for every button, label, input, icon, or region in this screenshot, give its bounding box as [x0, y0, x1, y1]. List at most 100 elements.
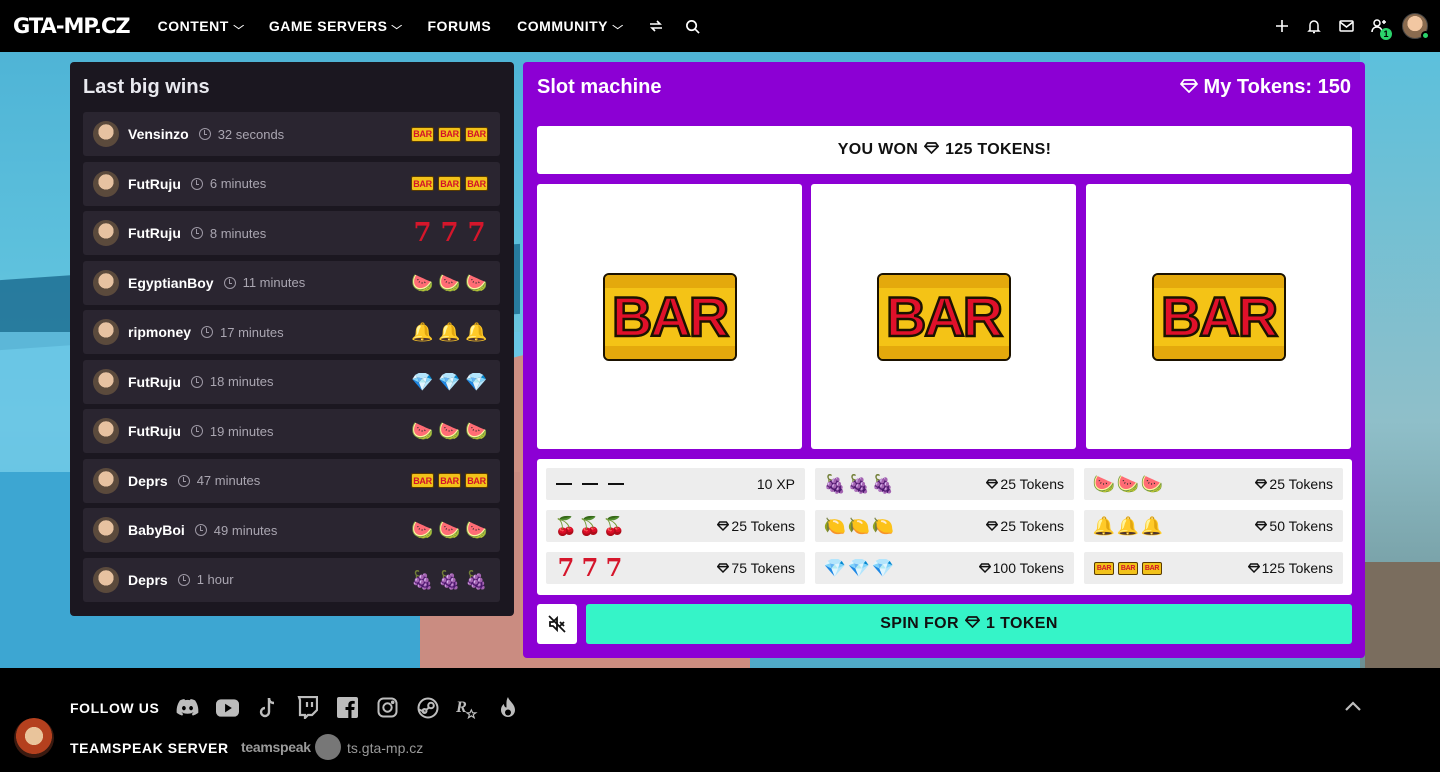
bar-symbol-icon: BAR: [438, 126, 461, 142]
clock-icon: [177, 573, 190, 586]
user-avatar[interactable]: [93, 319, 119, 345]
mail-icon[interactable]: [1338, 18, 1354, 34]
win-username[interactable]: FutRuju: [128, 423, 181, 439]
mute-sound-button[interactable]: [537, 604, 577, 644]
facebook-icon[interactable]: [336, 696, 359, 719]
diamond-icon: 💎: [411, 371, 434, 392]
user-avatar[interactable]: [1402, 13, 1430, 40]
win-symbols: BAR BAR BAR: [411, 459, 488, 503]
instagram-icon[interactable]: [376, 696, 399, 719]
bell-icon[interactable]: [1306, 18, 1322, 34]
watermelon-icon: 🍉: [438, 272, 461, 293]
bar-symbol-icon: BAR: [1118, 561, 1138, 575]
win-time: 11 minutes: [242, 275, 306, 290]
spin-button[interactable]: SPIN FOR 1 TOKEN: [586, 604, 1352, 644]
user-avatar[interactable]: [93, 121, 119, 147]
bell-icon: 🔔: [1092, 516, 1116, 536]
scroll-to-top-button[interactable]: [1343, 696, 1363, 716]
twitch-icon[interactable]: [296, 696, 319, 719]
rockstar-icon[interactable]: R: [456, 696, 479, 719]
user-avatar[interactable]: [93, 517, 119, 543]
cherries-icon: 🍒: [578, 516, 602, 536]
chevron-down-icon: ⌵: [391, 20, 404, 32]
user-avatar[interactable]: [93, 269, 119, 296]
paytable-value: 50 Tokens: [1255, 518, 1333, 534]
reel-1: BAR: [537, 184, 802, 449]
last-big-wins-panel: Last big wins Vensinzo 32 seconds BAR BAR BA…: [70, 62, 514, 616]
nav-game-servers[interactable]: GAME SERVERS ⌵: [269, 18, 404, 34]
plus-icon[interactable]: [1274, 18, 1290, 34]
watermelon-icon: 🍉: [411, 421, 434, 441]
spin-button-prefix: SPIN FOR: [880, 615, 959, 632]
user-avatar[interactable]: [93, 170, 119, 197]
paytable-entry: 🔔 🔔 🔔 50 Tokens: [1084, 510, 1343, 542]
win-username[interactable]: BabyBoi: [128, 522, 185, 538]
site-logo[interactable]: GTA-MP.CZ: [13, 14, 131, 38]
reel-3-symbol: BAR: [1160, 284, 1280, 350]
win-symbols: 🍉 🍉 🍉: [411, 508, 488, 552]
watermelon-icon: 🍉: [1092, 474, 1116, 494]
win-username[interactable]: Vensinzo: [128, 126, 189, 142]
bar-symbol-icon: BAR: [876, 272, 1011, 361]
win-time: 32 seconds: [217, 126, 285, 142]
win-username[interactable]: EgyptianBoy: [128, 275, 214, 291]
youtube-icon[interactable]: [216, 696, 239, 719]
user-avatar[interactable]: [93, 220, 119, 246]
win-row: FutRuju 8 minutes 7 7 7: [83, 211, 500, 255]
win-username[interactable]: FutRuju: [128, 374, 181, 390]
win-username[interactable]: FutRuju: [128, 176, 181, 192]
nav-content[interactable]: CONTENT ⌵: [158, 18, 244, 34]
watermelon-icon: 🍉: [465, 421, 488, 441]
my-tokens: My Tokens: 150: [1179, 76, 1351, 99]
grapes-icon: 🍇: [847, 474, 871, 494]
paytable-entry: 10 XP: [546, 468, 805, 500]
win-username[interactable]: Deprs: [128, 473, 168, 489]
user-avatar[interactable]: [93, 368, 119, 395]
paytable-entry: 🍇 🍇 🍇 25 Tokens: [815, 468, 1074, 500]
diamond-icon: [717, 518, 730, 534]
paytable-value-text: 50 Tokens: [1269, 518, 1333, 534]
bell-icon: 🔔: [411, 322, 434, 342]
win-symbols: 🍇 🍇 🍇: [411, 558, 488, 602]
whats-new-icon[interactable]: [648, 18, 664, 34]
discord-icon[interactable]: [176, 696, 199, 719]
seven-symbol-icon: 7: [605, 553, 623, 582]
teamspeak-address-link[interactable]: ts.gta-mp.cz: [347, 740, 423, 756]
tiktok-icon[interactable]: [256, 696, 279, 719]
footer-avatar-image: [14, 718, 54, 758]
user-avatar[interactable]: [93, 566, 119, 593]
dash-icon: [556, 483, 572, 485]
bar-symbol-icon: BAR: [411, 473, 434, 488]
diamond-icon: [986, 518, 999, 534]
diamond-icon: 💎: [823, 558, 847, 578]
grapes-icon: 🍇: [438, 569, 461, 590]
reel-2: BAR: [811, 184, 1076, 449]
search-icon[interactable]: [684, 18, 700, 34]
friends-icon[interactable]: 1: [1370, 18, 1392, 40]
win-username[interactable]: ripmoney: [128, 324, 191, 340]
cherries-icon: 🍒: [554, 516, 578, 536]
top-nav: GTA-MP.CZ CONTENT ⌵ GAME SERVERS ⌵ FORUMS …: [0, 0, 1440, 52]
bar-symbol-icon: BAR: [1094, 561, 1114, 575]
user-avatar[interactable]: [93, 467, 119, 494]
win-symbols: BAR BAR BAR: [411, 162, 488, 206]
win-username[interactable]: FutRuju: [128, 225, 181, 241]
paytable-symbols: BAR BAR BAR: [1094, 561, 1162, 575]
nav-community[interactable]: COMMUNITY ⌵: [517, 18, 623, 34]
reel-1-symbol: BAR: [611, 284, 731, 350]
diamond-icon: 💎: [438, 371, 461, 392]
steam-icon[interactable]: [416, 696, 439, 719]
fire-icon[interactable]: [496, 696, 519, 719]
win-username[interactable]: Deprs: [128, 572, 168, 588]
reel-3: BAR: [1086, 184, 1351, 449]
paytable-value-text: 25 Tokens: [1269, 476, 1333, 492]
clock-icon: [177, 474, 190, 487]
nav-forums[interactable]: FORUMS: [428, 18, 492, 34]
user-avatar[interactable]: [93, 418, 119, 444]
clock-icon: [190, 177, 203, 190]
seven-symbol-icon: 7: [413, 218, 432, 248]
win-row: Vensinzo 32 seconds BAR BAR BAR: [83, 112, 500, 156]
diamond-icon: [923, 141, 940, 159]
bar-symbol-icon: BAR: [438, 473, 461, 488]
diamond-icon: [1255, 518, 1268, 534]
